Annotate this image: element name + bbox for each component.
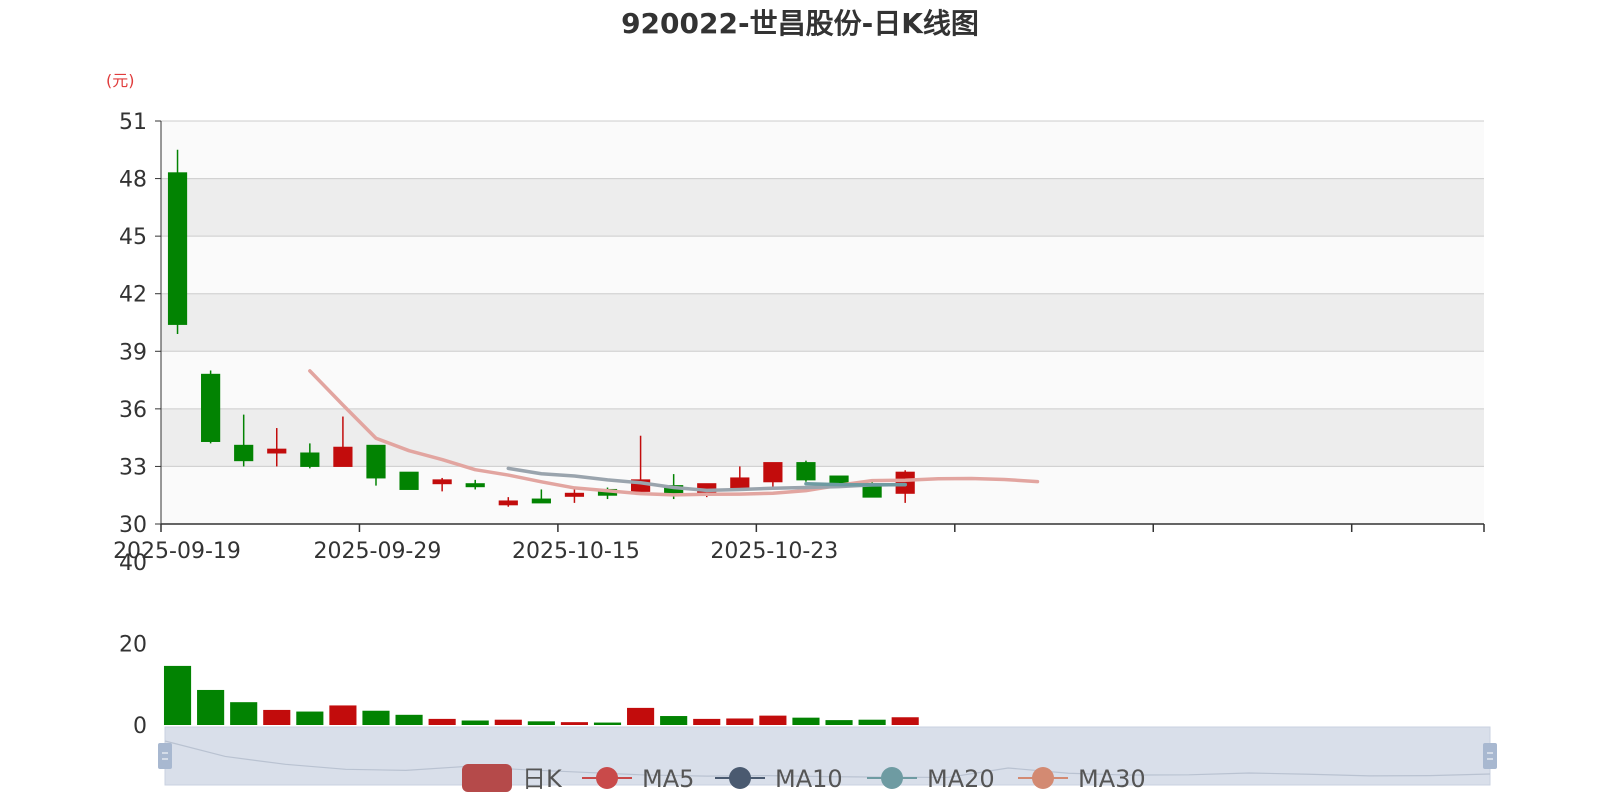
volume-bar[interactable] xyxy=(163,665,192,725)
candle-body xyxy=(730,477,750,489)
legend-label: MA10 xyxy=(775,765,843,793)
candle-body xyxy=(531,498,551,504)
chart-canvas: 920022-世昌股份-日K线图 (元) 30 33 36 39 42 45 48 51 20… xyxy=(106,7,1497,793)
legend-label: MA20 xyxy=(927,765,995,793)
volume-bar[interactable] xyxy=(461,720,489,725)
volume-bar[interactable] xyxy=(759,715,787,725)
candle-body xyxy=(465,483,485,488)
handle-grip xyxy=(158,743,172,769)
candle[interactable] xyxy=(829,475,849,485)
candle[interactable] xyxy=(399,471,419,490)
candle-body xyxy=(333,446,353,467)
chart-title: 920022-世昌股份-日K线图 xyxy=(621,7,979,40)
volume-y-tick-label: 40 xyxy=(119,551,147,576)
volume-bar[interactable] xyxy=(296,711,324,725)
legend-item[interactable]: MA20 xyxy=(867,765,995,793)
candle[interactable] xyxy=(201,370,221,444)
legend-symbol xyxy=(881,767,903,789)
price-y-tick-label: 33 xyxy=(119,455,147,480)
candle-body xyxy=(498,500,518,506)
candle-body xyxy=(399,471,419,490)
price-y-tick-label: 39 xyxy=(119,340,147,365)
volume-bar[interactable] xyxy=(660,716,688,725)
volume-bar[interactable] xyxy=(627,707,655,725)
price-y-tick-label: 36 xyxy=(119,398,147,423)
candle-body xyxy=(895,471,915,494)
volume-bar[interactable] xyxy=(858,719,886,725)
legend-label: MA30 xyxy=(1078,765,1146,793)
price-y-axis: 30 33 36 39 42 45 48 51 xyxy=(119,110,162,538)
volume-bar[interactable] xyxy=(230,702,258,725)
data-zoom-left-handle[interactable] xyxy=(158,743,172,769)
candle-body xyxy=(201,373,221,442)
volume-y-tick-label: 0 xyxy=(133,714,147,739)
volume-bar[interactable] xyxy=(263,709,291,725)
volume-bar[interactable] xyxy=(197,689,225,725)
volume-bar[interactable] xyxy=(825,720,853,725)
price-x-tick-label: 2025-09-29 xyxy=(314,539,442,564)
legend-item[interactable]: MA30 xyxy=(1018,765,1146,793)
grid-band xyxy=(161,121,1484,179)
ma-line-ma20 xyxy=(804,481,907,487)
price-x-tick-label: 2025-10-15 xyxy=(512,539,640,564)
volume-bar[interactable] xyxy=(891,717,919,725)
candle-body xyxy=(829,475,849,485)
price-y-tick-label: 48 xyxy=(119,168,147,193)
candle-body xyxy=(267,448,287,454)
volume-bar[interactable] xyxy=(362,710,390,725)
volume-bar[interactable] xyxy=(792,717,820,725)
price-grid-bands xyxy=(161,121,1484,524)
volume-y-axis: 0 20 40 xyxy=(119,551,147,739)
handle-grip xyxy=(1483,743,1497,769)
grid-band xyxy=(161,293,1484,352)
candle-body xyxy=(763,462,783,483)
volume-bar[interactable] xyxy=(494,719,522,725)
volume-bar[interactable] xyxy=(527,721,555,725)
candle-body xyxy=(300,452,320,467)
candle-body xyxy=(432,479,452,485)
price-x-tick-label: 2025-10-23 xyxy=(710,539,838,564)
volume-bar[interactable] xyxy=(428,718,456,725)
volume-bar[interactable] xyxy=(395,714,423,725)
volume-series[interactable] xyxy=(163,665,919,725)
volume-bar[interactable] xyxy=(593,722,622,725)
grid-band xyxy=(161,351,1484,409)
legend-label: 日K xyxy=(522,765,563,793)
kline-chart: 920022-世昌股份-日K线图 (元) 30 33 36 39 42 45 48 51 20… xyxy=(0,0,1600,800)
price-unit-label: (元) xyxy=(106,71,135,90)
volume-y-tick-label: 20 xyxy=(119,633,147,658)
legend-item[interactable]: MA10 xyxy=(715,765,843,793)
candle-body xyxy=(167,172,188,325)
price-x-axis: 2025-09-19 2025-09-29 2025-10-15 2025-10-23 xyxy=(113,523,1485,564)
volume-bar[interactable] xyxy=(693,718,721,725)
price-y-tick-label: 42 xyxy=(119,283,147,308)
candle-body xyxy=(796,462,816,481)
grid-band xyxy=(161,408,1484,467)
price-y-tick-label: 45 xyxy=(119,225,147,250)
candle-body xyxy=(366,444,386,479)
grid-band xyxy=(161,466,1484,524)
volume-bar[interactable] xyxy=(329,705,357,725)
candle[interactable] xyxy=(167,149,188,335)
candle-body xyxy=(564,492,585,497)
price-y-tick-label: 30 xyxy=(119,513,147,538)
volume-bar[interactable] xyxy=(726,718,754,725)
data-zoom-right-handle[interactable] xyxy=(1483,743,1497,769)
volume-bar[interactable] xyxy=(560,722,588,725)
grid-band xyxy=(161,178,1484,237)
legend-symbol xyxy=(1032,767,1054,789)
legend-symbol xyxy=(462,764,512,792)
price-y-tick-label: 51 xyxy=(119,110,147,135)
candle[interactable] xyxy=(796,460,816,482)
legend-symbol xyxy=(729,767,751,789)
grid-band xyxy=(161,236,1484,294)
candle-body xyxy=(234,444,254,462)
legend-symbol xyxy=(596,767,618,789)
legend-label: MA5 xyxy=(642,765,694,793)
